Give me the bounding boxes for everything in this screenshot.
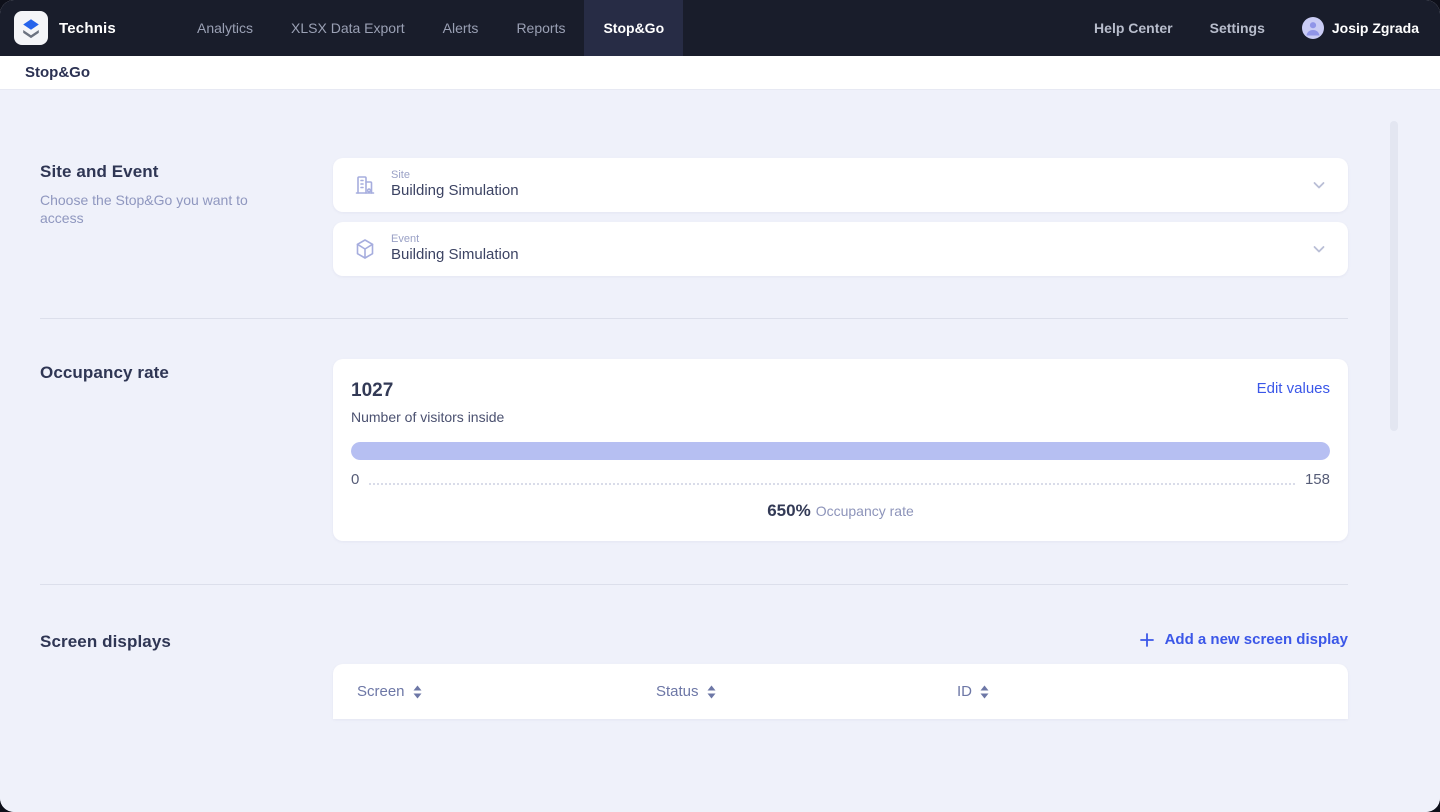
nav-item-reports[interactable]: Reports [497,0,584,56]
visitors-count-label: Number of visitors inside [351,409,1330,425]
screen-displays-header: Screen displays [40,628,333,652]
section-description: Choose the Stop&Go you want to access [40,192,270,227]
nav-item-xlsx-data-export[interactable]: XLSX Data Export [272,0,424,56]
column-header-id[interactable]: ID [957,683,989,700]
nav-item-stop-and-go[interactable]: Stop&Go [584,0,683,56]
user-menu[interactable]: Josip Zgrada [1302,17,1419,39]
occupancy-rate-value: 650% [767,501,810,520]
section-divider [40,584,1348,585]
add-screen-display-button[interactable]: Add a new screen display [1139,631,1348,648]
column-label: Status [656,683,699,700]
nav-item-analytics[interactable]: Analytics [178,0,272,56]
range-dotted-line [369,483,1295,485]
column-label: Screen [357,683,405,700]
event-select-label: Event [391,233,519,246]
sort-icon [980,685,989,699]
site-select-label: Site [391,169,519,182]
app-window: Technis Analytics XLSX Data Export Alert… [0,0,1440,812]
brand[interactable]: Technis [0,0,116,56]
column-header-status[interactable]: Status [656,683,957,700]
event-select[interactable]: Event Building Simulation [333,222,1348,276]
user-name: Josip Zgrada [1332,20,1419,36]
building-icon [353,173,377,197]
breadcrumb: Stop&Go [25,64,90,81]
column-label: ID [957,683,972,700]
occupancy-progress-track [351,442,1330,460]
screen-displays-section: Screen displays Add a new screen display [40,628,1348,719]
chevron-down-icon [1310,176,1328,194]
section-title: Site and Event [40,162,333,182]
help-center-link[interactable]: Help Center [1094,20,1173,36]
technis-logo-icon [14,11,48,45]
primary-nav: Analytics XLSX Data Export Alerts Report… [178,0,683,56]
occupancy-header: Occupancy rate [40,359,333,383]
occupancy-card: 1027 Edit values Number of visitors insi… [333,359,1348,541]
sort-icon [707,685,716,699]
event-select-value: Building Simulation [391,246,519,265]
occupancy-rate-label: Occupancy rate [816,503,914,519]
user-avatar-icon [1302,17,1324,39]
column-header-screen[interactable]: Screen [357,683,656,700]
topbar-right: Help Center Settings Josip Zgrada [1094,0,1440,56]
sort-icon [413,685,422,699]
cube-icon [353,237,377,261]
add-screen-display-label: Add a new screen display [1165,631,1348,648]
nav-item-alerts[interactable]: Alerts [424,0,498,56]
site-select[interactable]: Site Building Simulation [333,158,1348,212]
main-content: Site and Event Choose the Stop&Go you wa… [0,90,1440,812]
chevron-down-icon [1310,240,1328,258]
brand-name: Technis [59,20,116,37]
settings-link[interactable]: Settings [1210,20,1265,36]
section-title: Screen displays [40,632,333,652]
top-navigation: Technis Analytics XLSX Data Export Alert… [0,0,1440,56]
range-min: 0 [351,471,359,488]
site-select-value: Building Simulation [391,182,519,201]
plus-icon [1139,632,1155,648]
edit-values-link[interactable]: Edit values [1257,380,1330,397]
vertical-scrollbar[interactable] [1390,121,1398,431]
breadcrumb-bar: Stop&Go [0,56,1440,90]
occupancy-rate-section: Occupancy rate 1027 Edit values Number o… [40,359,1348,541]
site-and-event-header: Site and Event Choose the Stop&Go you wa… [40,158,333,227]
section-divider [40,318,1348,319]
occupancy-progress-fill [351,442,1330,460]
visitors-count: 1027 [351,380,393,402]
range-max: 158 [1305,471,1330,488]
site-and-event-section: Site and Event Choose the Stop&Go you wa… [40,158,1348,276]
screens-table-header: Screen Status [333,664,1348,719]
section-title: Occupancy rate [40,363,333,383]
